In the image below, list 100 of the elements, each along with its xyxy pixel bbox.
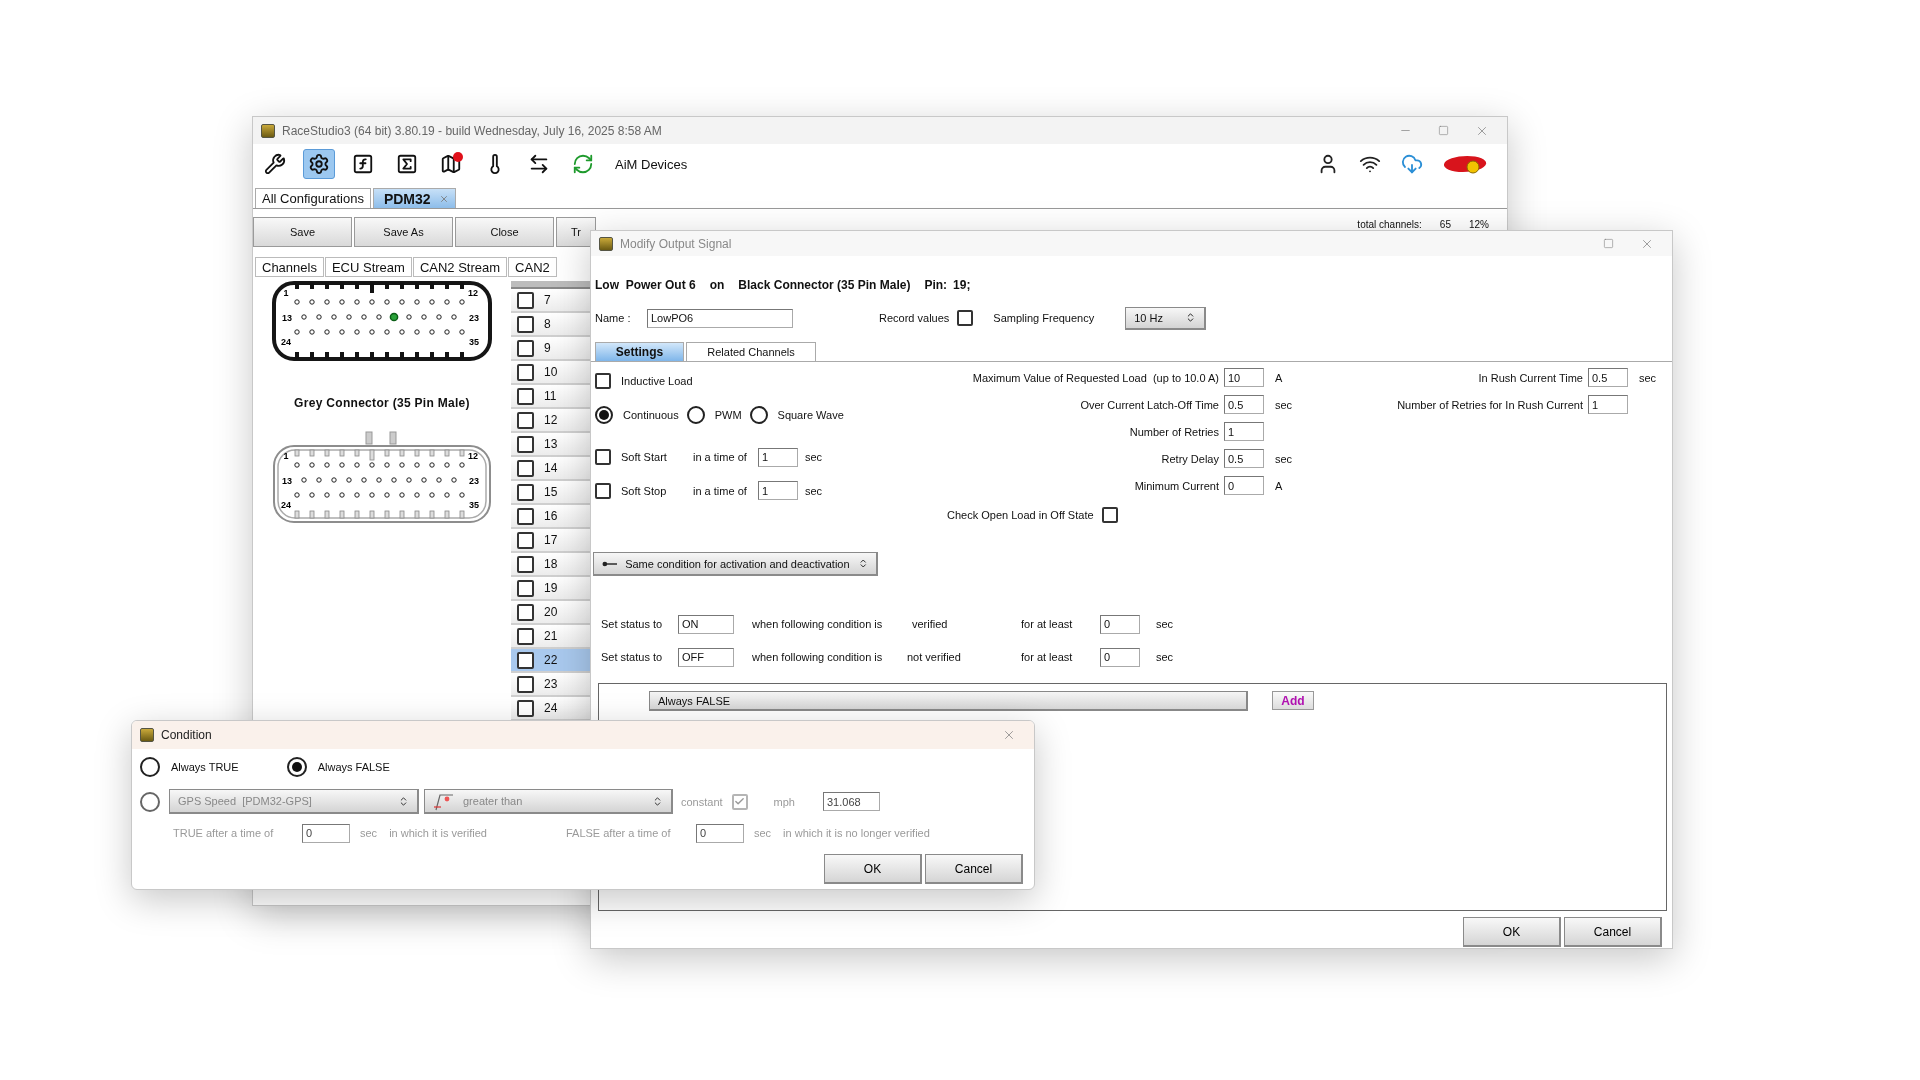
sub-tab[interactable]: CAN2 Stream <box>412 257 508 277</box>
checkbox[interactable] <box>517 675 534 693</box>
value-field[interactable]: 10 <box>1224 368 1264 387</box>
radio-button[interactable] <box>140 757 160 777</box>
checkbox[interactable] <box>595 482 611 499</box>
checkbox[interactable] <box>595 449 611 465</box>
toolbar-button[interactable]: Save <box>253 217 352 247</box>
status-field[interactable]: ON <box>678 614 734 634</box>
channel-row[interactable]: 11 <box>511 385 591 409</box>
dialog-button[interactable]: OK <box>1463 917 1561 947</box>
checkbox[interactable] <box>517 579 534 597</box>
time-field[interactable]: 1 <box>758 447 798 467</box>
channel-row[interactable]: 14 <box>511 457 591 481</box>
checkbox[interactable] <box>595 373 611 389</box>
checkbox[interactable] <box>1101 507 1118 523</box>
sub-tab[interactable]: CAN2 <box>508 257 557 277</box>
radio-button[interactable] <box>595 405 613 424</box>
config-tab[interactable]: PDM32 <box>372 188 456 208</box>
radio-button[interactable] <box>749 405 768 424</box>
checkbox[interactable] <box>517 459 534 477</box>
channel-row[interactable]: 17 <box>511 529 591 553</box>
value-field[interactable]: 1 <box>1588 395 1628 414</box>
checkbox[interactable] <box>957 310 974 326</box>
time-field[interactable]: 0 <box>695 823 744 843</box>
toolbar-button[interactable]: Tr <box>556 217 596 247</box>
checkbox[interactable] <box>517 435 534 453</box>
channel-row[interactable]: 9 <box>511 337 591 361</box>
time-field[interactable]: 1 <box>758 481 798 500</box>
value-field[interactable]: 0.5 <box>1224 449 1264 468</box>
channel-number: 12 <box>544 413 558 427</box>
value-field[interactable]: 0 <box>1224 476 1264 495</box>
channel-row[interactable]: 22 <box>511 649 591 673</box>
radio-button[interactable] <box>686 405 705 424</box>
checkbox[interactable] <box>517 555 534 573</box>
add-button[interactable]: Add <box>1272 691 1314 710</box>
time-field[interactable]: 0 <box>1100 647 1140 667</box>
mode-label: Continuous <box>623 408 679 421</box>
gear-icon <box>308 153 330 175</box>
channel-row[interactable]: 7 <box>511 289 591 313</box>
channel-row[interactable]: 18 <box>511 553 591 577</box>
channel-row[interactable]: 10 <box>511 361 591 385</box>
check-open-load-label: Check Open Load in Off State <box>947 509 1094 521</box>
checkbox[interactable] <box>517 603 534 621</box>
map-icon <box>440 153 462 175</box>
checkbox[interactable] <box>517 651 534 669</box>
dialog-button[interactable]: OK <box>824 854 922 884</box>
checkbox[interactable] <box>517 315 534 333</box>
sub-tab[interactable]: Channels <box>255 257 324 277</box>
time-field[interactable]: 0 <box>1100 614 1140 634</box>
soft-label: Soft Start <box>621 451 668 463</box>
status-field[interactable]: OFF <box>678 647 734 667</box>
checkbox[interactable] <box>517 699 534 717</box>
checkbox[interactable] <box>517 627 534 645</box>
channel-number: 8 <box>544 317 551 331</box>
condition-mode-select[interactable]: Same condition for activation and deactivation <box>593 552 878 576</box>
value-field[interactable]: 0.5 <box>1588 368 1628 387</box>
dialog-button[interactable]: Cancel <box>1564 917 1662 947</box>
channel-row[interactable]: 15 <box>511 481 591 505</box>
channel-row[interactable]: 24 <box>511 697 591 721</box>
channel-row[interactable]: 21 <box>511 625 591 649</box>
value-field[interactable]: 0.5 <box>1224 395 1264 414</box>
channel-row[interactable]: 16 <box>511 505 591 529</box>
condition-item[interactable]: Always FALSE <box>649 691 1248 711</box>
channel-row[interactable]: 23 <box>511 673 591 697</box>
cloud-download-icon[interactable] <box>1401 153 1423 175</box>
channel-number: 14 <box>544 461 558 475</box>
channel-row[interactable]: 12 <box>511 409 591 433</box>
sub-tab[interactable]: ECU Stream <box>324 257 412 277</box>
settings-tab[interactable]: Settings <box>595 342 684 361</box>
checkbox[interactable] <box>517 363 534 381</box>
radio-button[interactable] <box>286 757 307 777</box>
channel-number: 13 <box>544 437 558 451</box>
checkbox[interactable] <box>517 387 534 405</box>
timing-label: in which it is no longer verified <box>783 827 930 839</box>
for-label: for at least <box>1021 651 1074 663</box>
verification-label: not verified <box>907 651 962 663</box>
unit-label: sec <box>1639 371 1658 384</box>
toolbar-button[interactable]: Close <box>455 217 554 247</box>
checkbox[interactable] <box>517 531 534 549</box>
name-field[interactable]: LowPO6 <box>647 308 793 328</box>
frequency-select[interactable]: 10 Hz <box>1125 306 1207 330</box>
channel-row[interactable]: 20 <box>511 601 591 625</box>
channel-row[interactable]: 8 <box>511 313 591 337</box>
status-label: Set status to <box>601 618 664 630</box>
channel-row[interactable]: 19 <box>511 577 591 601</box>
devices-link[interactable]: AiM Devices <box>615 156 688 172</box>
checkbox[interactable] <box>517 339 534 357</box>
checkbox[interactable] <box>517 411 534 429</box>
config-tab[interactable]: All Configurations <box>255 188 371 208</box>
settings-tab[interactable]: Related Channels <box>686 342 816 361</box>
channel-row[interactable]: 13 <box>511 433 591 457</box>
toolbar-button[interactable] <box>303 149 335 179</box>
dialog-button[interactable]: Cancel <box>925 854 1023 884</box>
value-field[interactable]: 1 <box>1224 422 1264 441</box>
time-field[interactable]: 0 <box>302 823 350 843</box>
checkbox[interactable] <box>517 507 534 525</box>
toolbar-button[interactable]: Save As <box>354 217 453 247</box>
checkbox[interactable] <box>517 291 534 309</box>
time-label: in a time of <box>693 451 748 463</box>
checkbox[interactable] <box>517 483 534 501</box>
